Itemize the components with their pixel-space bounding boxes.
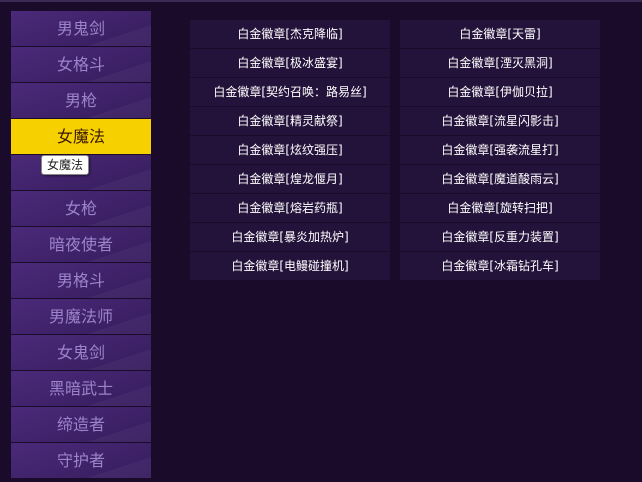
badge-item-right-8[interactable]: 白金徽章[冰霜钻孔车] <box>400 252 600 280</box>
badge-item-left-5[interactable]: 白金徽章[煌龙偃月] <box>190 165 390 193</box>
sidebar-item-3[interactable]: 女魔法 <box>11 119 151 154</box>
badge-item-left-8[interactable]: 白金徽章[电鳗碰撞机] <box>190 252 390 280</box>
badge-item-right-7[interactable]: 白金徽章[反重力装置] <box>400 223 600 251</box>
badge-item-right-5[interactable]: 白金徽章[魔道酸雨云] <box>400 165 600 193</box>
sidebar-item-11[interactable]: 缔造者 <box>11 407 151 442</box>
tooltip: 女魔法 <box>41 155 90 175</box>
badge-item-right-3[interactable]: 白金徽章[流星闪影击] <box>400 107 600 135</box>
sidebar-item-6[interactable]: 暗夜使者 <box>11 227 151 262</box>
badge-item-right-6[interactable]: 白金徽章[旋转扫把] <box>400 194 600 222</box>
badge-item-left-7[interactable]: 白金徽章[暴炎加热炉] <box>190 223 390 251</box>
class-sidebar: 男鬼剑 女格斗 男枪 女魔法 女枪 暗夜使者 男格斗 男魔法师 女鬼剑 黑暗武士 缔造者 守护者 <box>11 11 151 479</box>
badge-item-right-1[interactable]: 白金徽章[湮灭黑洞] <box>400 49 600 77</box>
sidebar-item-7[interactable]: 男格斗 <box>11 263 151 298</box>
sidebar-item-8[interactable]: 男魔法师 <box>11 299 151 334</box>
badge-item-left-2[interactable]: 白金徽章[契约召唤：路易丝] <box>190 78 390 106</box>
badge-item-left-0[interactable]: 白金徽章[杰克降临] <box>190 20 390 48</box>
sidebar-item-10[interactable]: 黑暗武士 <box>11 371 151 406</box>
sidebar-item-9[interactable]: 女鬼剑 <box>11 335 151 370</box>
badge-item-left-6[interactable]: 白金徽章[熔岩药瓶] <box>190 194 390 222</box>
badge-item-right-4[interactable]: 白金徽章[强袭流星打] <box>400 136 600 164</box>
badge-selector-window: 男鬼剑 女格斗 男枪 女魔法 女枪 暗夜使者 男格斗 男魔法师 女鬼剑 黑暗武士 缔造者 守护者 女魔… <box>0 0 642 482</box>
sidebar-item-2[interactable]: 男枪 <box>11 83 151 118</box>
badge-item-right-2[interactable]: 白金徽章[伊伽贝拉] <box>400 78 600 106</box>
badge-item-left-4[interactable]: 白金徽章[炫纹强压] <box>190 136 390 164</box>
sidebar-item-1[interactable]: 女格斗 <box>11 47 151 82</box>
badge-item-left-3[interactable]: 白金徽章[精灵献祭] <box>190 107 390 135</box>
badge-item-left-1[interactable]: 白金徽章[极冰盛宴] <box>190 49 390 77</box>
sidebar-item-12[interactable]: 守护者 <box>11 443 151 478</box>
sidebar-item-0[interactable]: 男鬼剑 <box>11 11 151 46</box>
badge-grid: 白金徽章[杰克降临] 白金徽章[天雷] 白金徽章[极冰盛宴] 白金徽章[湮灭黑洞] 白金… <box>190 20 600 280</box>
badge-item-right-0[interactable]: 白金徽章[天雷] <box>400 20 600 48</box>
sidebar-item-5[interactable]: 女枪 <box>11 191 151 226</box>
